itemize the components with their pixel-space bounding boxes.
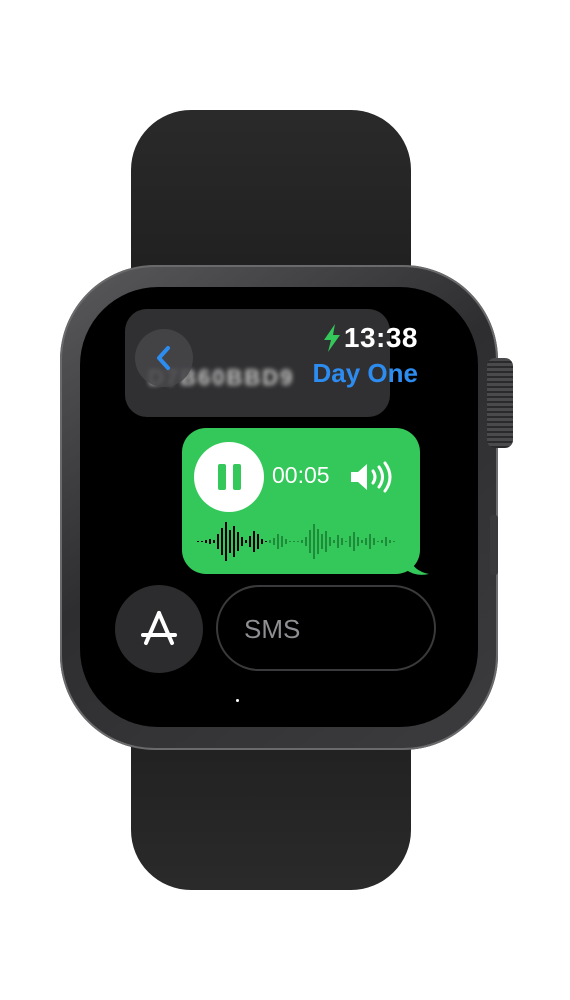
- chevron-left-icon: [157, 346, 170, 370]
- app-store-icon: [141, 611, 177, 645]
- voice-duration: 00:05: [272, 462, 330, 488]
- sms-input[interactable]: SMS: [216, 585, 436, 671]
- speaker-wave-icon[interactable]: [348, 460, 396, 494]
- clock-time: 13:38: [343, 322, 418, 353]
- app-title[interactable]: Day One: [313, 358, 419, 389]
- pause-icon: [217, 464, 226, 490]
- audio-waveform: [197, 522, 395, 561]
- bubble-tail: [405, 557, 429, 575]
- sms-placeholder: SMS: [244, 614, 301, 644]
- voice-message-bubble[interactable]: 00:05: [182, 428, 420, 574]
- app-store-button[interactable]: [115, 585, 203, 673]
- watch-screen: D7B60BBD9 13:38 Day One 00:05 SMS: [80, 287, 478, 727]
- back-button[interactable]: [135, 329, 193, 387]
- status-bar: 13:38 Day One: [313, 322, 419, 389]
- page-indicator-dot: [236, 699, 239, 702]
- bolt-icon: [323, 324, 340, 352]
- digital-crown[interactable]: [487, 358, 513, 448]
- pause-button[interactable]: [194, 442, 264, 512]
- side-button[interactable]: [490, 515, 498, 575]
